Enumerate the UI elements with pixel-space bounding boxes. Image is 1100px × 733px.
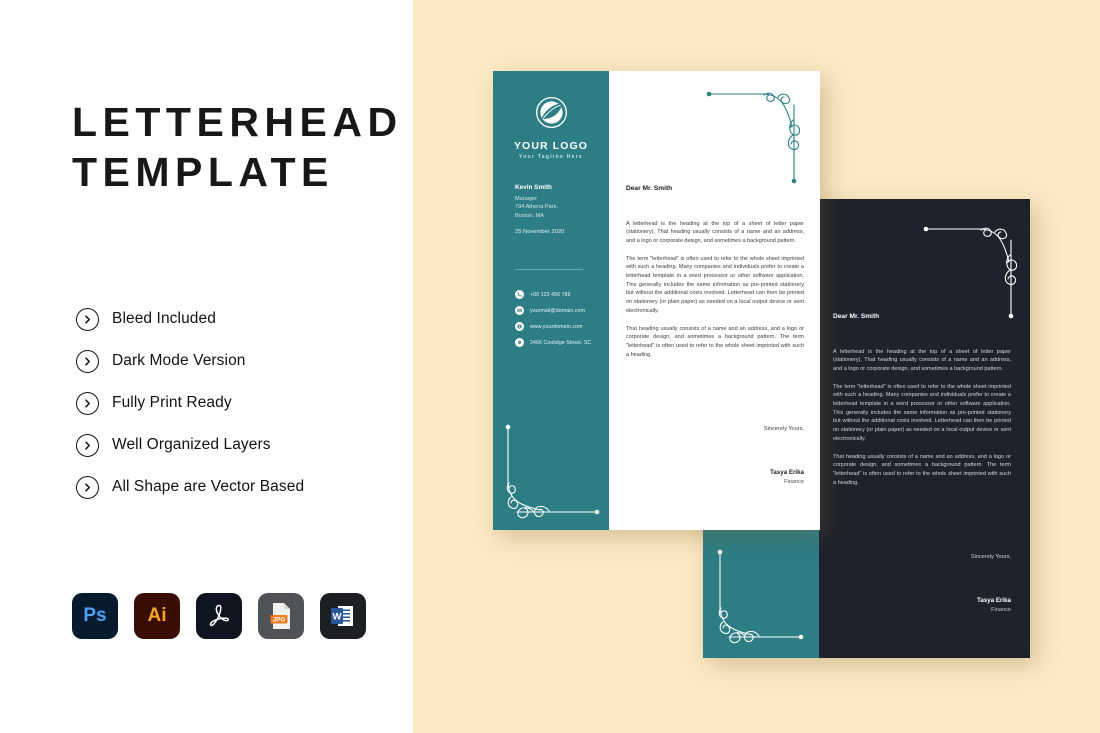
letterhead-signature: Tasya Erika Finance: [626, 469, 804, 485]
feature-item: Well Organized Layers: [76, 424, 406, 466]
letterhead-greeting: Dear Mr. Smith: [626, 185, 673, 192]
feature-item: All Shape are Vector Based: [76, 466, 406, 508]
contact-email: yourmail@domain.com: [530, 307, 586, 314]
leaf-circle-logo-icon: [535, 96, 567, 129]
page-title-line-2: TEMPLATE: [72, 149, 334, 195]
letterhead-dark-signature: Tasya Erika Finance: [833, 597, 1011, 613]
phone-icon: [515, 290, 524, 299]
pdf-icon: [196, 593, 242, 639]
globe-icon: [515, 322, 524, 331]
feature-label: Well Organized Layers: [112, 436, 271, 453]
contact-item: yourmail@domain.com: [515, 306, 607, 315]
contact-item: 2466 Coolidge Street, SC: [515, 338, 607, 347]
brand-logo-tagline: Your Tagline Here: [518, 154, 584, 160]
photoshop-icon-label: Ps: [83, 605, 107, 626]
feature-item: Fully Print Ready: [76, 382, 406, 424]
letterhead-dark-signature-name: Tasya Erika: [977, 597, 1011, 604]
sender-address-line-1: 794 Athena Park,: [515, 204, 558, 211]
letter-date: 25 November 2020: [515, 229, 565, 236]
letterhead-body: A letterhead is the heading at the top o…: [626, 214, 804, 368]
photoshop-icon: Ps: [72, 593, 118, 639]
chevron-right-circle-icon: [76, 391, 99, 415]
letterhead-closing: Sincerely Yours,: [763, 426, 804, 432]
sender-address-line-2: Boston, MA: [515, 212, 544, 219]
page-title: LETTERHEAD TEMPLATE: [72, 97, 402, 197]
page-title-line-1: LETTERHEAD: [72, 99, 403, 145]
svg-text:W: W: [333, 612, 342, 623]
chevron-right-circle-icon: [76, 307, 99, 331]
feature-item: Dark Mode Version: [76, 340, 406, 382]
feature-label: Dark Mode Version: [112, 352, 246, 369]
feature-label: Fully Print Ready: [112, 394, 232, 411]
letterhead-signature-name: Tasya Erika: [770, 469, 804, 476]
brand-logo-name: YOUR LOGO: [513, 140, 589, 152]
sidebar-divider: [515, 269, 583, 270]
letterhead-dark-teal-block: [703, 530, 819, 658]
letterhead-dark-paragraph: That heading usually consists of a name …: [833, 453, 1011, 486]
svg-text:JPG: JPG: [273, 617, 286, 624]
brand-logo: YOUR LOGO Your Tagline Here: [493, 96, 609, 160]
jpg-icon: JPG: [258, 593, 304, 639]
ornament-corner-icon: [706, 91, 800, 184]
sender-role: Manager: [515, 196, 538, 202]
feature-item: Bleed Included: [76, 298, 406, 340]
letterhead-dark-paragraph: The term "letterhead" is often used to r…: [833, 383, 1011, 442]
letterhead-dark-closing: Sincerely Yours,: [970, 554, 1011, 560]
letterhead-dark-signature-role: Finance: [991, 607, 1011, 613]
location-icon: [515, 338, 524, 347]
chevron-right-circle-icon: [76, 433, 99, 457]
illustrator-icon-label: Ai: [147, 605, 167, 626]
letterhead-dark-paragraph: A letterhead is the heading at the top o…: [833, 348, 1011, 372]
letterhead-paragraph: The term "letterhead" is often used to r…: [626, 255, 804, 314]
sender-block: Kevin Smith Manager 794 Athena Park, Bos…: [515, 184, 601, 235]
ornament-corner-icon: [923, 226, 1017, 319]
letterhead-dark-body: A letterhead is the heading at the top o…: [833, 342, 1011, 496]
ornament-corner-icon: [717, 549, 804, 644]
letterhead-dark-greeting: Dear Mr. Smith: [833, 313, 880, 320]
file-format-icon-row: Ps Ai JPG W: [72, 593, 366, 639]
contact-list: +00 123 456 789 yourmail@domain.com www.…: [515, 290, 607, 354]
sender-name: Kevin Smith: [515, 184, 552, 191]
feature-list: Bleed Included Dark Mode Version Fully P…: [76, 298, 406, 508]
contact-phone: +00 123 456 789: [530, 291, 571, 298]
contact-item: www.yourdomain.com: [515, 322, 607, 331]
feature-label: Bleed Included: [112, 310, 216, 327]
feature-label: All Shape are Vector Based: [112, 478, 305, 495]
contact-website: www.yourdomain.com: [530, 323, 583, 330]
poster-canvas: LETTERHEAD TEMPLATE Bleed Included Dark …: [0, 0, 1100, 733]
illustrator-icon: Ai: [134, 593, 180, 639]
ornament-corner-icon: [505, 424, 600, 519]
letterhead-signature-role: Finance: [784, 479, 804, 485]
contact-item: +00 123 456 789: [515, 290, 607, 299]
letterhead-light-mockup: YOUR LOGO Your Tagline Here Kevin Smith …: [493, 71, 820, 530]
chevron-right-circle-icon: [76, 349, 99, 373]
letterhead-paragraph: That heading usually consists of a name …: [626, 325, 804, 358]
word-icon: W: [320, 593, 366, 639]
contact-address: 2466 Coolidge Street, SC: [530, 339, 592, 346]
letterhead-light-page: Dear Mr. Smith A letterhead is the headi…: [626, 71, 804, 530]
letterhead-paragraph: A letterhead is the heading at the top o…: [626, 220, 804, 244]
chevron-right-circle-icon: [76, 475, 99, 499]
mail-icon: [515, 306, 524, 315]
letterhead-sidebar: YOUR LOGO Your Tagline Here Kevin Smith …: [493, 71, 609, 530]
